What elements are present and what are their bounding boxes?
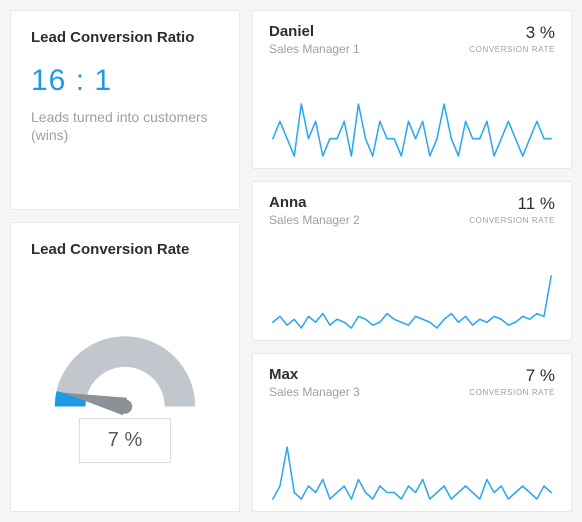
- lead-conversion-ratio-card: Lead Conversion Ratio 16 : 1 Leads turne…: [10, 10, 240, 210]
- right-column: Daniel Sales Manager 1 3 % CONVERSION RA…: [252, 10, 572, 512]
- gauge: 7 %: [31, 276, 219, 493]
- person-info: Max Sales Manager 3: [269, 366, 360, 399]
- person-role: Sales Manager 1: [269, 42, 360, 56]
- person-card-daniel: Daniel Sales Manager 1 3 % CONVERSION RA…: [252, 10, 572, 169]
- person-name: Daniel: [269, 23, 360, 40]
- person-rate: 11 % CONVERSION RATE: [469, 194, 555, 225]
- ratio-subtitle: Leads turned into customers (wins): [31, 108, 219, 144]
- person-card-anna: Anna Sales Manager 2 11 % CONVERSION RAT…: [252, 181, 572, 340]
- person-info: Daniel Sales Manager 1: [269, 23, 360, 56]
- person-rate-value: 3 %: [469, 23, 555, 43]
- person-rate-value: 11 %: [469, 194, 555, 214]
- lead-conversion-rate-card: Lead Conversion Rate 7 %: [10, 222, 240, 512]
- person-header: Anna Sales Manager 2 11 % CONVERSION RAT…: [269, 194, 555, 227]
- person-rate: 7 % CONVERSION RATE: [469, 366, 555, 397]
- person-rate-label: CONVERSION RATE: [469, 388, 555, 397]
- sparkline-wrap: [269, 56, 555, 160]
- person-rate-value: 7 %: [469, 366, 555, 386]
- person-card-max: Max Sales Manager 3 7 % CONVERSION RATE: [252, 353, 572, 512]
- ratio-title: Lead Conversion Ratio: [31, 29, 219, 46]
- person-header: Max Sales Manager 3 7 % CONVERSION RATE: [269, 366, 555, 399]
- gauge-value-label: 7 %: [79, 418, 171, 463]
- sparkline-wrap: [269, 399, 555, 503]
- ratio-value: 16 : 1: [31, 64, 219, 98]
- gauge-svg: [35, 306, 215, 426]
- person-name: Anna: [269, 194, 360, 211]
- sparkline-max: [269, 443, 555, 503]
- left-column: Lead Conversion Ratio 16 : 1 Leads turne…: [10, 10, 240, 512]
- person-name: Max: [269, 366, 360, 383]
- person-rate-label: CONVERSION RATE: [469, 216, 555, 225]
- sparkline-daniel: [269, 100, 555, 160]
- person-role: Sales Manager 2: [269, 213, 360, 227]
- person-rate: 3 % CONVERSION RATE: [469, 23, 555, 54]
- person-role: Sales Manager 3: [269, 385, 360, 399]
- person-info: Anna Sales Manager 2: [269, 194, 360, 227]
- sparkline-wrap: [269, 227, 555, 331]
- sparkline-anna: [269, 272, 555, 332]
- person-rate-label: CONVERSION RATE: [469, 45, 555, 54]
- rate-title: Lead Conversion Rate: [31, 241, 219, 258]
- person-header: Daniel Sales Manager 1 3 % CONVERSION RA…: [269, 23, 555, 56]
